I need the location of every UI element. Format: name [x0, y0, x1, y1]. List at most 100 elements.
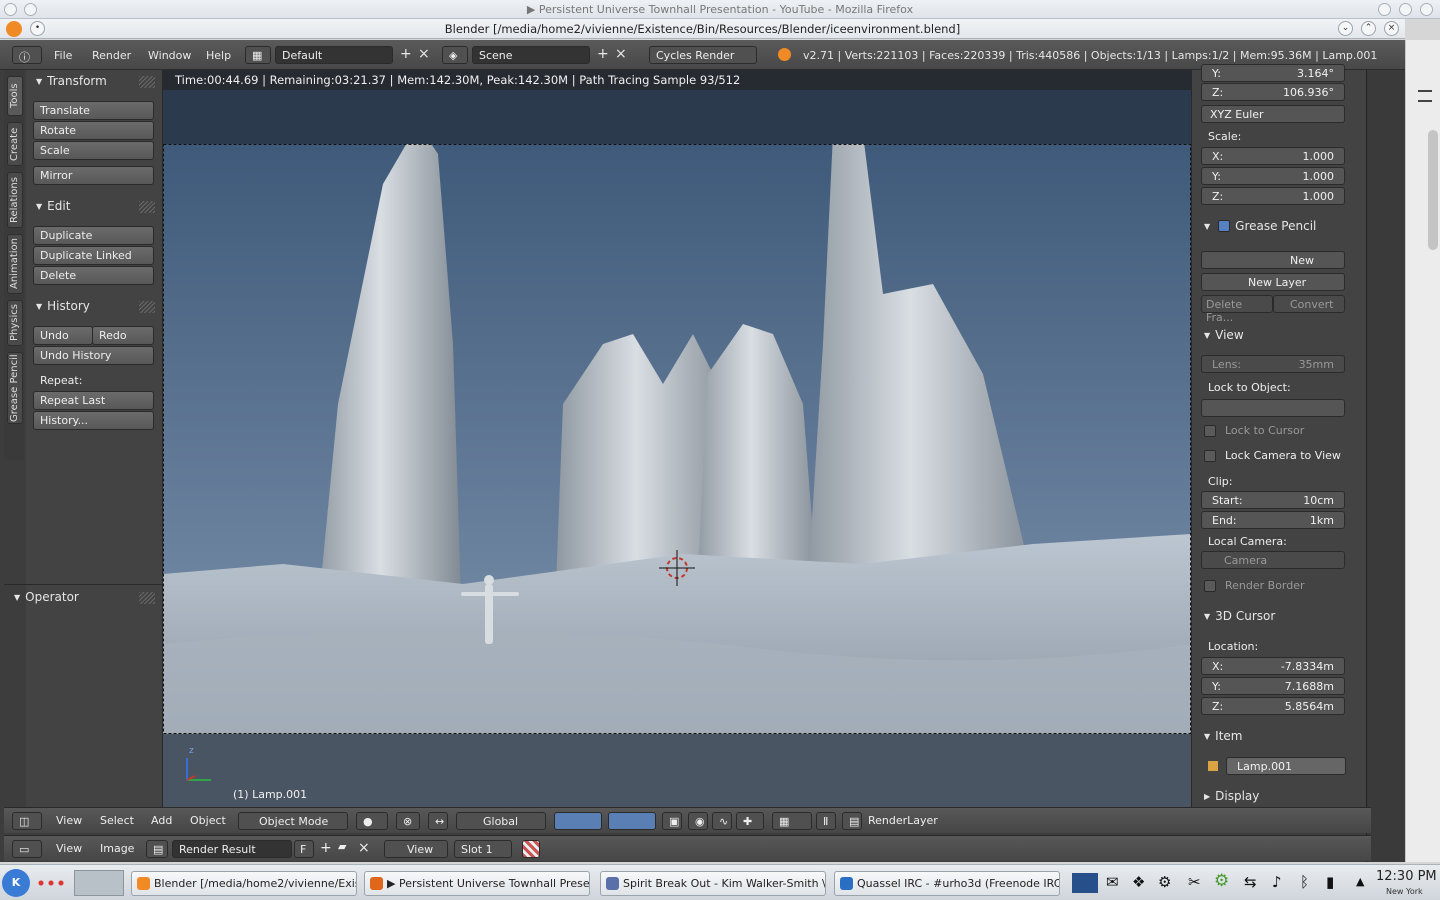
layout-add-icon[interactable]: +	[400, 46, 412, 62]
render-engine-select[interactable]: Cycles Render	[649, 46, 757, 64]
snap-element-icon[interactable]: ✚	[736, 812, 764, 830]
window-close-icon[interactable]: ×	[1384, 21, 1399, 36]
tray-dropbox-icon[interactable]: ❖	[1132, 873, 1145, 891]
clip-end-field[interactable]: End: 1km	[1201, 511, 1345, 529]
hamburger-menu-icon[interactable]	[1418, 90, 1432, 102]
outliner-strip[interactable]	[1366, 70, 1405, 862]
tab-physics[interactable]: Physics	[7, 300, 23, 346]
tray-expand-icon[interactable]: ▲	[1356, 875, 1364, 888]
scene-browse-icon[interactable]: ◈	[442, 46, 468, 64]
tray-volume-icon[interactable]: ♪	[1272, 873, 1282, 891]
operator-panel-header[interactable]: Operator	[14, 590, 79, 604]
gp-new-button[interactable]: New	[1201, 251, 1345, 269]
layers-grid-a[interactable]	[554, 812, 602, 830]
grease-pencil-panel-header[interactable]: Grease Pencil	[1204, 219, 1316, 233]
add-menu[interactable]: Add	[151, 814, 172, 827]
image-view-select[interactable]: View	[384, 840, 448, 858]
image-new-icon[interactable]: +	[320, 840, 332, 856]
rotation-z-field[interactable]: Z: 106.936°	[1201, 83, 1345, 101]
task-quassel[interactable]: Quassel IRC - #urho3d (Freenode IRC)	[834, 871, 1060, 896]
history-panel-header[interactable]: History	[36, 299, 90, 313]
tray-bluetooth-icon[interactable]: ᛒ	[1300, 873, 1309, 891]
activities-icon[interactable]	[36, 879, 68, 887]
close-icon[interactable]	[1420, 3, 1433, 16]
tab-create[interactable]: Create	[7, 122, 23, 166]
clock[interactable]: 12:30 PM	[1376, 869, 1437, 884]
editor-type-3d-icon[interactable]: ◫	[12, 812, 42, 830]
view-menu[interactable]: View	[56, 814, 82, 827]
tab-relations[interactable]: Relations	[7, 172, 23, 228]
3d-viewport[interactable]: Time:00:44.69 | Remaining:03:21.37 | Mem…	[163, 70, 1191, 807]
menu-file[interactable]: File	[54, 49, 72, 62]
layout-remove-icon[interactable]: ×	[418, 46, 430, 62]
rotate-button[interactable]: Rotate	[33, 121, 154, 140]
image-unlink-icon[interactable]: ×	[358, 840, 370, 856]
item-name-field[interactable]: Lamp.001	[1226, 757, 1346, 775]
tray-gear-icon[interactable]: ⚙	[1214, 871, 1229, 891]
editor-type-info-icon[interactable]: ⓘ	[12, 46, 42, 64]
select-menu[interactable]: Select	[100, 814, 134, 827]
image-open-icon[interactable]: ▰	[338, 840, 346, 853]
item-panel-header[interactable]: Item	[1204, 729, 1242, 743]
checker-icon[interactable]	[522, 840, 540, 858]
scale-button[interactable]: Scale	[33, 141, 154, 160]
mirror-button[interactable]: Mirror	[33, 166, 154, 185]
task-firefox[interactable]: ▶ Persistent Universe Townhall Present	[364, 871, 590, 896]
image-menu[interactable]: Image	[100, 842, 134, 855]
render-layer-label[interactable]: RenderLayer	[868, 814, 938, 827]
scale-y-field[interactable]: Y: 1.000	[1201, 167, 1345, 185]
history-button[interactable]: History...	[33, 411, 154, 430]
snap-icon[interactable]: ∿	[712, 812, 732, 830]
duplicate-linked-button[interactable]: Duplicate Linked	[33, 246, 154, 265]
maximize-icon[interactable]	[1399, 3, 1412, 16]
tab-grease-pencil[interactable]: Grease Pencil	[7, 352, 23, 424]
tab-animation[interactable]: Animation	[7, 234, 23, 294]
tray-mail-icon[interactable]: ✉	[1106, 873, 1119, 891]
pager-icon[interactable]	[74, 870, 124, 896]
object-mode-select[interactable]: Object Mode	[238, 812, 348, 830]
undo-button[interactable]: Undo	[33, 326, 93, 345]
transform-panel-header[interactable]: Transform	[36, 74, 107, 88]
image-browse-icon[interactable]: ▤	[146, 840, 168, 858]
tab-tools[interactable]: Tools	[7, 76, 23, 116]
display-panel-header[interactable]: Display	[1204, 789, 1259, 803]
panel-grip-icon[interactable]	[139, 76, 155, 88]
panel-grip-icon[interactable]	[139, 592, 155, 604]
task-blender[interactable]: Blender [/media/home2/vivienne/Existe	[131, 871, 357, 896]
object-menu[interactable]: Object	[190, 814, 226, 827]
lock-object-field[interactable]	[1201, 399, 1345, 417]
kde-menu-icon[interactable]: K	[2, 869, 30, 897]
undo-history-button[interactable]: Undo History	[33, 346, 154, 365]
render-slot-select[interactable]: Slot 1	[454, 840, 512, 858]
pivot-icon[interactable]: ⊗	[396, 812, 420, 830]
clip-start-field[interactable]: Start: 10cm	[1201, 491, 1345, 509]
manipulator-icon[interactable]: ↔	[428, 812, 448, 830]
tray-scissors-icon[interactable]: ✂	[1188, 873, 1201, 891]
3d-cursor-panel-header[interactable]: 3D Cursor	[1204, 609, 1275, 623]
scene-remove-icon[interactable]: ×	[615, 46, 627, 62]
layers-grid-b[interactable]	[608, 812, 656, 830]
scene-name-field[interactable]: Scene	[472, 46, 590, 64]
rotation-mode-select[interactable]: XYZ Euler	[1201, 105, 1345, 123]
window-maximize-icon[interactable]: ⌃	[1361, 21, 1376, 36]
cursor-x-field[interactable]: X: -7.8334m	[1201, 657, 1345, 675]
scale-z-field[interactable]: Z: 1.000	[1201, 187, 1345, 205]
edit-panel-header[interactable]: Edit	[36, 199, 70, 213]
cursor-y-field[interactable]: Y: 7.1688m	[1201, 677, 1345, 695]
gp-new-layer-button[interactable]: New Layer	[1201, 273, 1345, 291]
pause-render-icon[interactable]: Ⅱ	[816, 812, 836, 830]
panel-grip-icon[interactable]	[139, 301, 155, 313]
editor-type-image-icon[interactable]: ▭	[12, 840, 42, 858]
minimize-icon[interactable]	[1378, 3, 1391, 16]
layout-browse-icon[interactable]: ▦	[245, 46, 271, 64]
duplicate-button[interactable]: Duplicate	[33, 226, 154, 245]
fake-user-button[interactable]: F	[294, 840, 314, 858]
lock-camera-to-view-checkbox[interactable]	[1204, 450, 1216, 462]
image-name-field[interactable]: Render Result	[172, 840, 292, 858]
window-minimize-icon[interactable]: ⌄	[1338, 21, 1353, 36]
proportional-edit-icon[interactable]: ◉	[688, 812, 708, 830]
scene-add-icon[interactable]: +	[597, 46, 609, 62]
layout-name-field[interactable]: Default	[275, 46, 393, 64]
task-music[interactable]: Spirit Break Out - Kim Walker-Smith \	[600, 871, 826, 896]
translate-button[interactable]: Translate	[33, 101, 154, 120]
